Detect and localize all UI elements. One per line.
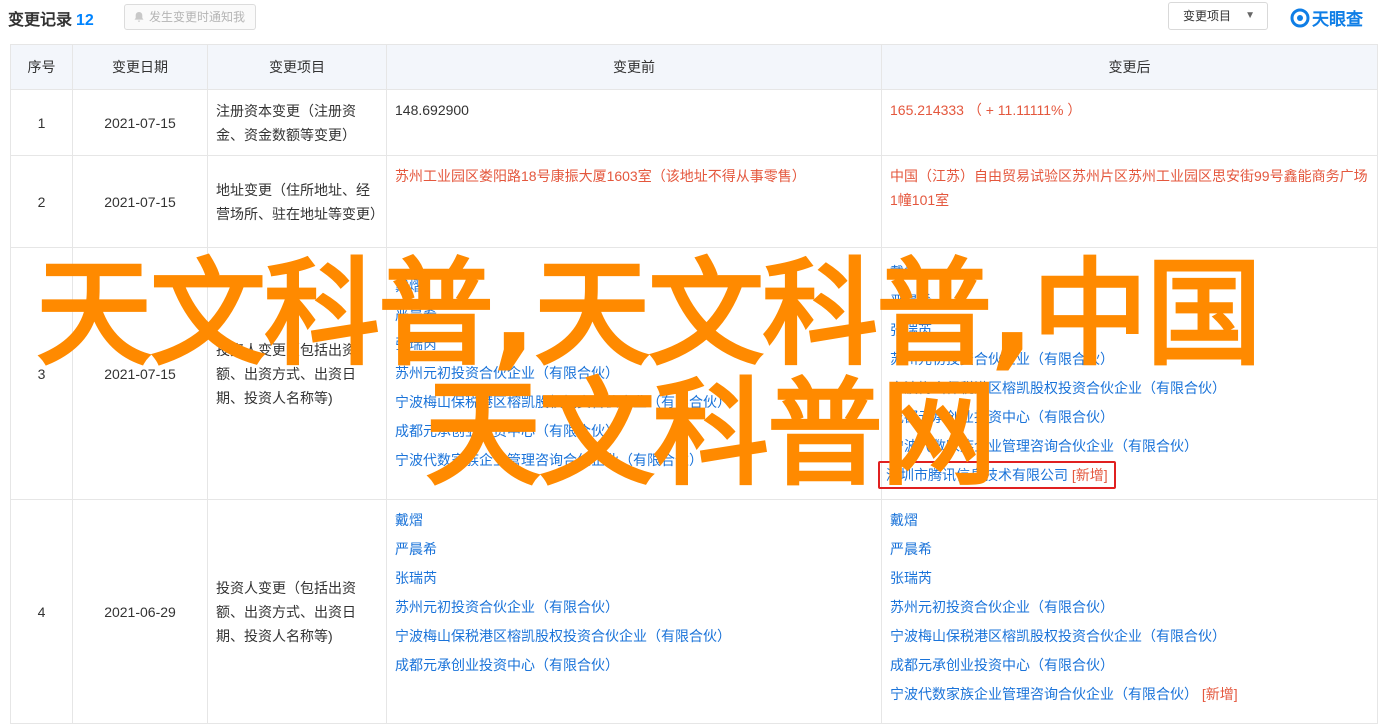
investor-link[interactable]: 苏州元初投资合伙企业（有限合伙）	[395, 593, 873, 622]
investor-link[interactable]: 宁波梅山保税港区榕凯股权投资合伙企业（有限合伙）	[395, 388, 873, 417]
row-before: 戴熠 严晨希 张瑞芮 苏州元初投资合伙企业（有限合伙） 宁波梅山保税港区榕凯股权…	[386, 499, 882, 724]
investor-link[interactable]: 张瑞芮	[395, 564, 873, 593]
investor-link[interactable]: 戴熠	[395, 272, 873, 301]
table-row: 3 2021-07-15 投资人变更（包括出资额、出资方式、出资日期、投资人名称…	[10, 247, 1378, 500]
row-no: 3	[10, 247, 73, 500]
row-date: 2021-07-15	[72, 155, 208, 248]
investor-link[interactable]: 戴熠	[395, 506, 873, 535]
new-tag: [新增]	[1071, 466, 1108, 483]
row-after: 165.214333 （ + 11.11111% ）	[881, 89, 1378, 156]
col-header-item: 变更项目	[207, 44, 387, 90]
eye-logo-icon	[1290, 8, 1310, 27]
row-no: 2	[10, 155, 73, 248]
investor-link[interactable]: 宁波代数家族企业管理咨询合伙企业（有限合伙）	[395, 446, 873, 475]
investor-link[interactable]: 严晨希	[890, 535, 1369, 564]
investor-link[interactable]: 宁波代数家族企业管理咨询合伙企业（有限合伙）	[890, 432, 1369, 461]
after-text: 中国（江苏）自由贸易试验区苏州片区苏州工业园区思安街99号鑫能商务广场1幢101…	[890, 168, 1368, 208]
select-label: 变更项目	[1183, 9, 1232, 23]
chevron-down-icon: ▼	[1245, 10, 1255, 21]
row-before: 148.692900	[386, 89, 882, 156]
page-title: 变更记录 12	[8, 6, 94, 30]
tianyancha-logo: 天眼查	[1290, 5, 1363, 30]
investor-link[interactable]: 戴熠	[890, 506, 1369, 535]
investor-link[interactable]: 苏州元初投资合伙企业（有限合伙）	[395, 359, 873, 388]
investor-link[interactable]: 宁波梅山保税港区榕凯股权投资合伙企业（有限合伙）	[890, 374, 1369, 403]
table-row: 1 2021-07-15 注册资本变更（注册资金、资金数额等变更） 148.69…	[10, 89, 1378, 156]
row-date: 2021-07-15	[72, 89, 208, 156]
table-header-row: 序号 变更日期 变更项目 变更前 变更后	[10, 44, 1378, 90]
before-text: 苏州工业园区娄阳路18号康振大厦1603室（该地址不得从事零售）	[395, 168, 806, 184]
new-tag: [新增]	[1201, 686, 1238, 702]
highlight-box: 深圳市腾讯信息技术有限公司 [新增]	[878, 460, 1116, 489]
change-item-select[interactable]: 变更项目 ▼	[1168, 2, 1268, 30]
investor-link[interactable]: 成都元承创业投资中心（有限合伙）	[890, 651, 1369, 680]
investor-link[interactable]: 宁波梅山保税港区榕凯股权投资合伙企业（有限合伙）	[395, 622, 873, 651]
row-item: 投资人变更（包括出资额、出资方式、出资日期、投资人名称等)	[207, 247, 387, 500]
investor-link[interactable]: 成都元承创业投资中心（有限合伙）	[890, 403, 1369, 432]
record-count: 12	[76, 12, 94, 29]
investor-link[interactable]: 苏州元初投资合伙企业（有限合伙）	[890, 345, 1369, 374]
investor-link[interactable]: 张瑞芮	[890, 564, 1369, 593]
investor-link[interactable]: 严晨希	[890, 287, 1369, 316]
investor-link[interactable]: 戴熠	[890, 258, 1369, 287]
row-item: 注册资本变更（注册资金、资金数额等变更）	[207, 89, 387, 156]
new-investor-entry: 深圳市腾讯信息技术有限公司 [新增]	[878, 460, 1369, 490]
bell-icon	[134, 12, 144, 22]
col-header-no: 序号	[10, 44, 73, 90]
row-date: 2021-07-15	[72, 247, 208, 500]
row-before: 戴熠 严晨希 张瑞芮 苏州元初投资合伙企业（有限合伙） 宁波梅山保税港区榕凯股权…	[386, 247, 882, 500]
investor-link[interactable]: 成都元承创业投资中心（有限合伙）	[395, 417, 873, 446]
new-investor-link[interactable]: 宁波代数家族企业管理咨询合伙企业（有限合伙）	[890, 686, 1198, 702]
row-after: 戴熠 严晨希 张瑞芮 苏州元初投资合伙企业（有限合伙） 宁波梅山保税港区榕凯股权…	[878, 247, 1378, 500]
row-no: 1	[10, 89, 73, 156]
row-date: 2021-06-29	[72, 499, 208, 724]
title-text: 变更记录	[8, 12, 73, 29]
table-row: 4 2021-06-29 投资人变更（包括出资额、出资方式、出资日期、投资人名称…	[10, 499, 1378, 724]
investor-link[interactable]: 成都元承创业投资中心（有限合伙）	[395, 651, 873, 680]
notify-button[interactable]: 发生变更时通知我	[124, 4, 257, 30]
row-item: 投资人变更（包括出资额、出资方式、出资日期、投资人名称等)	[207, 499, 387, 724]
investor-link[interactable]: 严晨希	[395, 301, 873, 330]
col-header-before: 变更前	[386, 44, 882, 90]
before-text: 148.692900	[395, 102, 469, 118]
row-after: 戴熠 严晨希 张瑞芮 苏州元初投资合伙企业（有限合伙） 宁波梅山保税港区榕凯股权…	[881, 499, 1378, 724]
row-item: 地址变更（住所地址、经营场所、驻在地址等变更）	[207, 155, 387, 248]
notify-label: 发生变更时通知我	[149, 10, 246, 24]
row-before: 苏州工业园区娄阳路18号康振大厦1603室（该地址不得从事零售）	[386, 155, 882, 248]
new-investor-link[interactable]: 深圳市腾讯信息技术有限公司	[886, 467, 1068, 483]
header: 变更记录 12 发生变更时通知我 变更项目 ▼ 天眼查	[0, 0, 1378, 36]
col-header-after: 变更后	[881, 44, 1378, 90]
after-text: 165.214333 （ + 11.11111% ）	[890, 102, 1082, 118]
investor-link[interactable]: 张瑞芮	[890, 316, 1369, 345]
row-no: 4	[10, 499, 73, 724]
logo-text: 天眼查	[1312, 10, 1363, 29]
investor-link[interactable]: 苏州元初投资合伙企业（有限合伙）	[890, 593, 1369, 622]
table-row: 2 2021-07-15 地址变更（住所地址、经营场所、驻在地址等变更） 苏州工…	[10, 155, 1378, 248]
investor-link[interactable]: 严晨希	[395, 535, 873, 564]
new-investor-entry: 宁波代数家族企业管理咨询合伙企业（有限合伙） [新增]	[890, 680, 1369, 709]
investor-link[interactable]: 张瑞芮	[395, 330, 873, 359]
investor-link[interactable]: 宁波梅山保税港区榕凯股权投资合伙企业（有限合伙）	[890, 622, 1369, 651]
change-record-table: 序号 变更日期 变更项目 变更前 变更后 1 2021-07-15 注册资本变更…	[10, 44, 1378, 724]
row-after: 中国（江苏）自由贸易试验区苏州片区苏州工业园区思安街99号鑫能商务广场1幢101…	[881, 155, 1378, 248]
col-header-date: 变更日期	[72, 44, 208, 90]
